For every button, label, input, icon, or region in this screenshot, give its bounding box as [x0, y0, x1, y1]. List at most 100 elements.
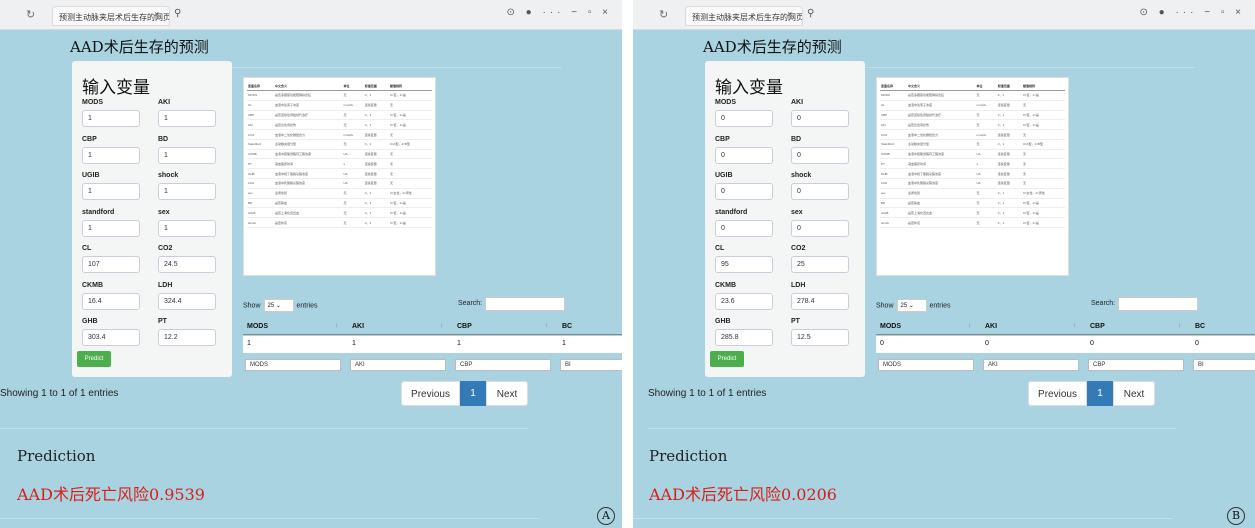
column-filter-input[interactable]: MODS: [245, 359, 341, 371]
page-1-button[interactable]: 1: [1087, 381, 1113, 406]
field-input[interactable]: 0: [715, 219, 773, 237]
table-cell: 0: [1090, 340, 1094, 347]
column-header[interactable]: AKI: [985, 323, 997, 330]
vt-cell: PT: [880, 158, 908, 170]
field-input[interactable]: 0: [791, 110, 849, 127]
field-input[interactable]: 16.4: [82, 292, 140, 310]
field-input[interactable]: 324.4: [158, 292, 216, 310]
field-input[interactable]: 12.2: [158, 329, 216, 346]
field-input[interactable]: 1: [158, 183, 216, 200]
field-label: LDH: [158, 281, 173, 289]
field-input[interactable]: 303.4: [82, 329, 140, 346]
next-button[interactable]: Next: [486, 381, 528, 406]
field-input[interactable]: 23.6: [715, 292, 773, 310]
vt-cell: 血液中乳酸脱氢酶浓度: [274, 178, 343, 189]
vt-header: 单位: [342, 82, 364, 91]
predict-button[interactable]: Predict: [710, 351, 744, 367]
column-header[interactable]: CBP: [1090, 323, 1105, 330]
variable-description-table: 变量名称 中文含义 单位 取值范围 赋值规则 MODS 是否多器官功能障碍综合征无 0，1 0=…: [876, 77, 1069, 276]
vt-cell: 是否上消化道出血: [907, 207, 976, 219]
page-1-button[interactable]: 1: [460, 381, 486, 406]
vt-cell: 0，1: [996, 198, 1023, 209]
column-filter-input[interactable]: AKI: [983, 359, 1079, 371]
field-input[interactable]: 278.4: [791, 292, 849, 310]
vt-header: 取值范围: [996, 82, 1023, 91]
field-input[interactable]: 1: [158, 219, 216, 237]
field-input[interactable]: 1: [82, 219, 140, 237]
previous-button[interactable]: Previous: [1028, 381, 1087, 406]
field-input[interactable]: 285.8: [715, 329, 773, 346]
field-input[interactable]: 1: [82, 146, 140, 164]
column-header[interactable]: BC: [562, 323, 572, 330]
reload-icon[interactable]: ↻: [26, 8, 35, 21]
sort-icon[interactable]: ↕: [1178, 323, 1181, 329]
search-icon[interactable]: ⚲: [174, 8, 181, 19]
column-filter-input[interactable]: AKI: [350, 359, 446, 371]
sort-icon[interactable]: ↕: [545, 323, 548, 329]
field-input[interactable]: 0: [715, 183, 773, 200]
column-header[interactable]: MODS: [247, 323, 268, 330]
column-header[interactable]: CBP: [457, 323, 472, 330]
field-input[interactable]: 1: [82, 110, 140, 127]
table-row: MODS 是否多器官功能障碍综合征无 0，1 0=否，1=是: [880, 90, 1065, 101]
table-header: MODS ↕ AKI ↕ CBP ↕ BC: [876, 320, 1255, 335]
field-label: GHB: [82, 318, 98, 325]
field-input[interactable]: 25: [791, 256, 849, 273]
table-row: CL 血液中氯离子浓度 mmol/L 连续变量无: [880, 100, 1065, 111]
field-group: CKMB 16.4: [82, 282, 142, 310]
field-input[interactable]: 1: [82, 183, 140, 200]
column-filter-input[interactable]: BI: [560, 359, 622, 371]
window-controls[interactable]: ⊙ ● ··· − ▫ ×: [506, 7, 612, 18]
column-header[interactable]: BC: [1195, 323, 1205, 330]
vt-cell: 无: [342, 139, 364, 150]
browser-tab[interactable]: 预测主动脉夹层术后生存的网页计算器: [52, 6, 170, 26]
table-row: shock 是否休克无 0，1 0=否，1=是: [247, 217, 432, 228]
window-controls[interactable]: ⊙ ● ··· − ▫ ×: [1139, 7, 1245, 18]
entries-select[interactable]: 25 ⌄: [896, 299, 927, 312]
field-input[interactable]: 1: [158, 110, 216, 127]
vt-cell: 患者性别: [907, 188, 976, 199]
column-filter-input[interactable]: MODS: [878, 359, 974, 371]
entries-select[interactable]: 25 ⌄: [263, 299, 294, 312]
sort-icon[interactable]: ↕: [440, 323, 443, 329]
column-filter-input[interactable]: BI: [1193, 359, 1255, 371]
vt-cell: GHB: [880, 168, 908, 180]
sort-icon[interactable]: ↕: [335, 323, 338, 329]
table-cell: 1: [562, 340, 566, 347]
table-row: 1 1 1 1: [243, 336, 622, 353]
field-input[interactable]: 0: [715, 146, 773, 164]
reload-icon[interactable]: ↻: [659, 8, 668, 21]
field-input[interactable]: 0: [791, 219, 849, 237]
field-input[interactable]: 0: [791, 183, 849, 200]
table-row: MODS 是否多器官功能障碍综合征无 0，1 0=否，1=是: [247, 90, 432, 101]
vt-cell: 连续变量: [363, 129, 390, 140]
column-filter-input[interactable]: CBP: [1088, 359, 1184, 371]
sort-icon[interactable]: ↕: [968, 323, 971, 329]
entries-value: 25: [900, 303, 908, 309]
column-header[interactable]: MODS: [880, 323, 901, 330]
search-input[interactable]: [1118, 297, 1198, 311]
previous-button[interactable]: Previous: [401, 381, 460, 406]
search-input[interactable]: [485, 297, 565, 311]
sort-icon[interactable]: ↕: [1073, 323, 1076, 329]
field-label: BD: [158, 135, 169, 143]
field-input[interactable]: 1: [158, 146, 216, 164]
field-input[interactable]: 0: [715, 110, 773, 127]
vt-cell: BD: [880, 198, 908, 209]
close-tab-icon[interactable]: ×: [154, 9, 159, 19]
field-input[interactable]: 95: [715, 256, 773, 273]
vt-cell: 无: [389, 100, 432, 111]
predict-button[interactable]: Predict: [77, 351, 111, 367]
close-tab-icon[interactable]: ×: [787, 9, 792, 19]
column-header[interactable]: AKI: [352, 323, 364, 330]
field-input[interactable]: 107: [82, 256, 140, 273]
browser-tab[interactable]: 预测主动脉夹层术后生存的网页计算器: [685, 6, 803, 26]
field-input[interactable]: 12.5: [791, 329, 849, 346]
field-input[interactable]: 0: [791, 146, 849, 164]
vt-cell: 无: [975, 188, 997, 199]
table-row: CO2 血液中二氧化碳结合力 mmol/L 连续变量无: [247, 129, 432, 140]
next-button[interactable]: Next: [1113, 381, 1155, 406]
search-icon[interactable]: ⚲: [807, 8, 814, 19]
field-input[interactable]: 24.5: [158, 256, 216, 273]
column-filter-input[interactable]: CBP: [455, 359, 551, 371]
